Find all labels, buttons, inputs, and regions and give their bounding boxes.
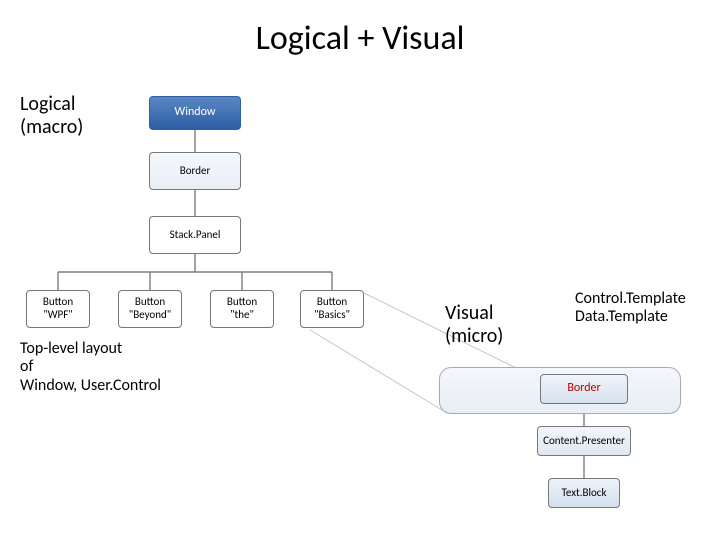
top-level-layout-label: Top-level layout of Window, User.Control [20, 340, 161, 395]
templates-label: Control.Template Data.Template [575, 290, 686, 327]
logical-macro-label: Logical (macro) [20, 93, 83, 139]
visual-contentpresenter-text: Content.Presenter [543, 435, 625, 448]
logical-stackpanel-node: Stack.Panel [149, 216, 241, 254]
logical-button-1-content: "Beyond" [123, 309, 177, 322]
connector-lines [0, 0, 720, 540]
logical-button-2: Button "the" [210, 290, 274, 328]
logical-window-node: Window [149, 96, 241, 130]
visual-border-node: Border [540, 374, 628, 404]
logical-stackpanel-text: Stack.Panel [170, 229, 221, 242]
logical-button-2-content: "the" [215, 309, 269, 322]
logical-button-1: Button "Beyond" [118, 290, 182, 328]
visual-micro-label: Visual (micro) [445, 302, 503, 348]
visual-border-text: Border [567, 382, 600, 396]
logical-button-3: Button "Basics" [300, 290, 364, 328]
logical-border-node: Border [149, 152, 241, 190]
logical-button-3-content: "Basics" [305, 309, 359, 322]
logical-button-0-content: "WPF" [31, 309, 85, 322]
logical-border-text: Border [180, 165, 211, 178]
visual-textblock-node: Text.Block [548, 478, 620, 508]
logical-button-0: Button "WPF" [26, 290, 90, 328]
logical-window-text: Window [175, 106, 216, 120]
page-title: Logical + Visual [0, 18, 720, 59]
visual-textblock-text: Text.Block [562, 487, 607, 500]
visual-contentpresenter-node: Content.Presenter [537, 426, 631, 456]
